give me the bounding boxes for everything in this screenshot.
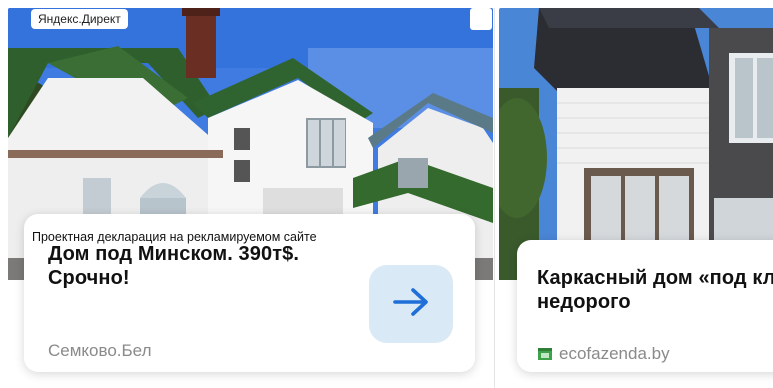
ad-card-2[interactable]: Каркасный дом «под ключ» недорого ecofaz… (499, 8, 773, 388)
ad-domain-text: Семково.Бел (48, 341, 152, 360)
ad-info-panel-2[interactable]: Каркасный дом «под ключ» недорого ecofaz… (517, 240, 773, 372)
ad-domain[interactable]: Семково.Бел (48, 341, 152, 361)
yandex-direct-label[interactable]: Яндекс.Директ (31, 9, 128, 29)
ad-carousel: Дом под Минском. 390т$. Срочно! Семково.… (0, 0, 773, 388)
go-to-site-button[interactable] (369, 265, 453, 343)
arrow-right-icon (389, 280, 433, 329)
ecofazenda-favicon-icon (537, 346, 553, 362)
ad-options-corner[interactable] (470, 8, 492, 30)
ad-disclaimer: Проектная декларация на рекламируемом са… (30, 229, 321, 246)
ad-title[interactable]: Дом под Минском. 390т$. Срочно! (48, 242, 368, 290)
ad-domain-text: ecofazenda.by (559, 344, 670, 363)
card-divider (494, 8, 495, 388)
ad-card-1[interactable]: Дом под Минском. 390т$. Срочно! Семково.… (8, 8, 493, 388)
ad-title[interactable]: Каркасный дом «под ключ» недорого (537, 266, 773, 314)
ad-domain[interactable]: ecofazenda.by (537, 344, 670, 364)
